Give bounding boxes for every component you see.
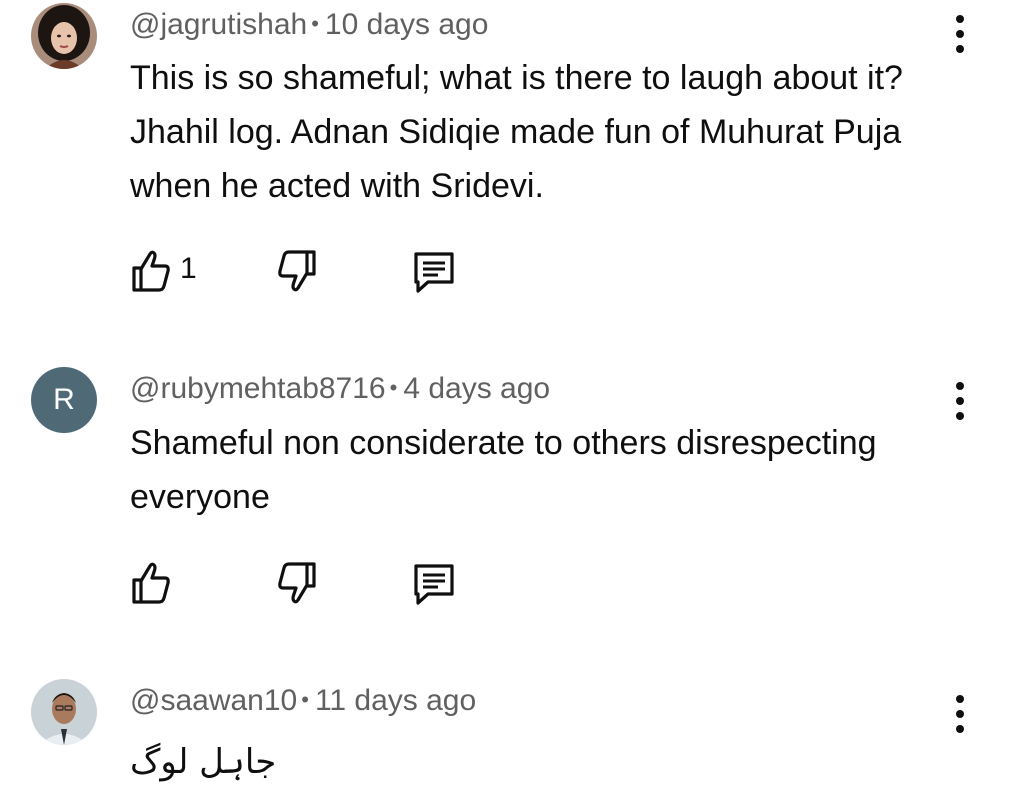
more-vert-icon[interactable] [948,695,972,741]
comment-age: 4 days ago [403,372,551,405]
comment-meta: @jagrutishah • 10 days ago [130,8,488,42]
avatar[interactable] [31,3,97,69]
author-handle[interactable]: @jagrutishah [130,8,307,41]
avatar[interactable] [31,679,97,745]
comment-meta: @rubymehtab8716 • 4 days ago [130,372,550,406]
comment-age: 11 days ago [314,684,477,717]
dislike-icon[interactable] [274,558,320,608]
comment-text: This is so shameful; what is there to la… [130,59,903,205]
like-count: 1 [180,252,197,285]
author-handle[interactable]: @saawan10 [130,684,297,717]
comment-text: جاہل لوگ [130,742,277,782]
comment-age: 10 days ago [324,8,489,41]
like-icon[interactable] [128,558,174,608]
author-handle[interactable]: @rubymehtab8716 [130,372,386,405]
dislike-icon[interactable] [274,246,320,296]
separator: • [311,11,319,36]
avatar[interactable]: R [31,367,97,433]
reply-icon[interactable] [410,558,458,608]
comment-text: Shameful non considerate to others disre… [130,424,877,516]
like-icon[interactable] [128,246,174,296]
reply-icon[interactable] [410,246,458,296]
separator: • [389,375,398,400]
comment-meta: @saawan10 • 11 days ago [130,684,476,718]
separator: • [301,687,309,712]
